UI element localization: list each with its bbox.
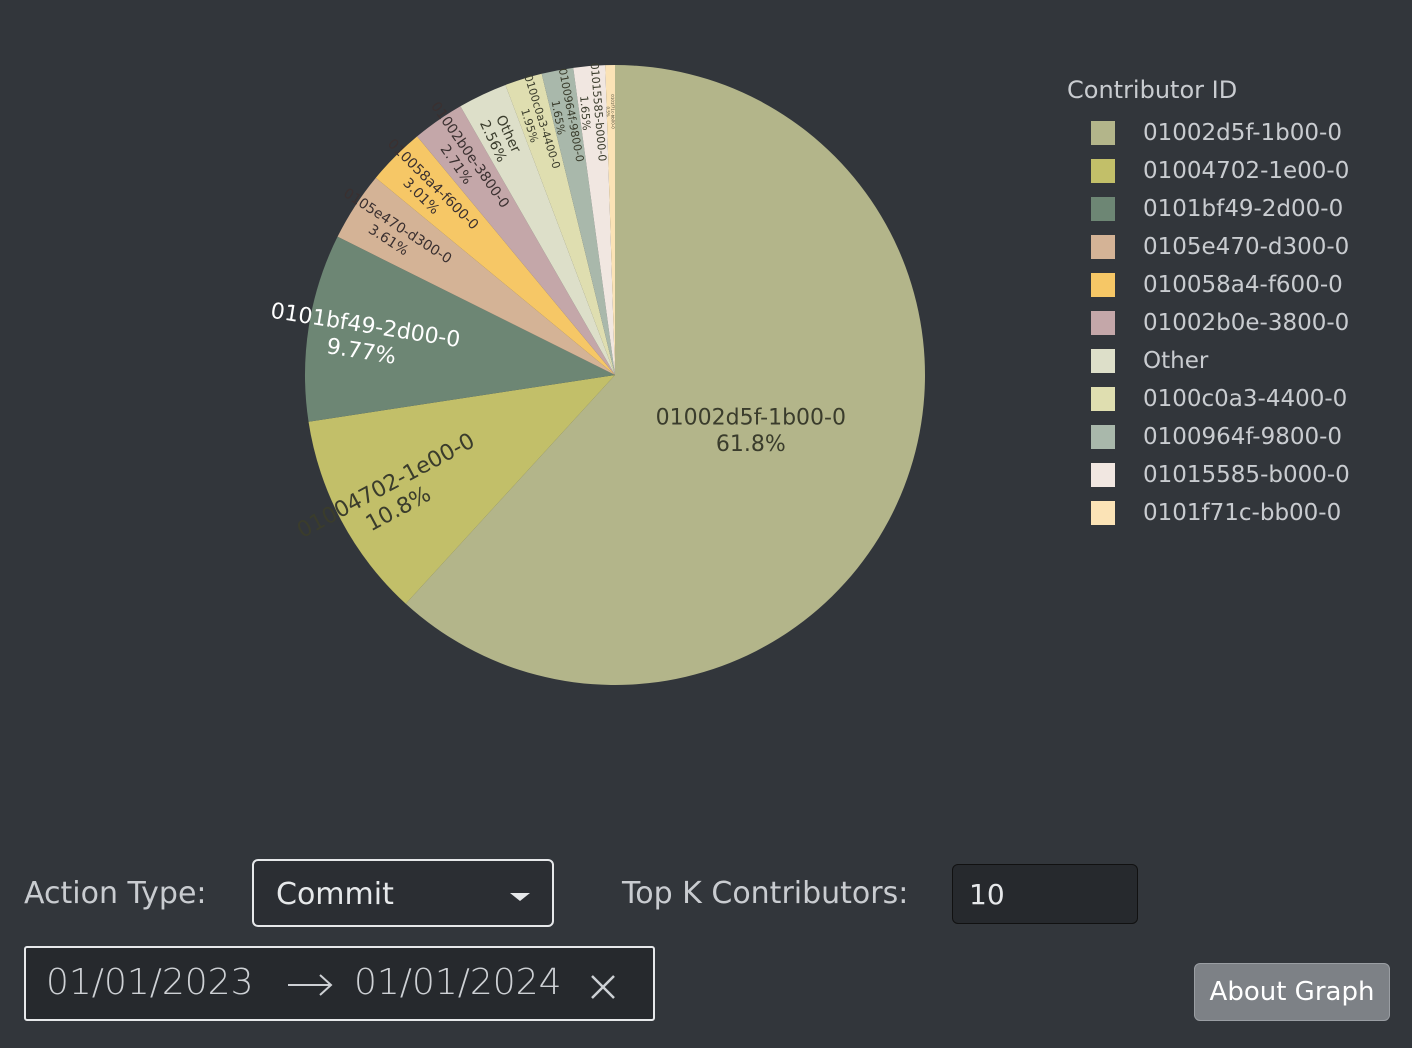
- action-type-label: Action Type:: [24, 876, 207, 911]
- legend-swatch: [1091, 387, 1115, 411]
- legend-item[interactable]: 010058a4-f600-0: [1091, 266, 1350, 304]
- about-graph-button[interactable]: About Graph: [1194, 963, 1390, 1021]
- legend-title: Contributor ID: [1067, 76, 1238, 104]
- action-type-value: Commit: [276, 877, 394, 912]
- start-date[interactable]: 01/01/2023: [46, 962, 254, 1003]
- legend-label: 0101f71c-bb00-0: [1143, 500, 1342, 526]
- legend-swatch: [1091, 425, 1115, 449]
- legend-label: 01002b0e-3800-0: [1143, 310, 1350, 336]
- legend-item[interactable]: 01015585-b000-0: [1091, 456, 1350, 494]
- top-k-input[interactable]: [952, 864, 1138, 924]
- legend-label: 0101bf49-2d00-0: [1143, 196, 1344, 222]
- legend-swatch: [1091, 159, 1115, 183]
- chart-legend: Contributor ID 01002d5f-1b00-0 01004702-1…: [1067, 74, 1350, 532]
- legend-label: 0100964f-9800-0: [1143, 424, 1343, 450]
- legend-label: Other: [1143, 348, 1209, 374]
- action-type-select[interactable]: Commit: [252, 859, 554, 927]
- legend-label: 0100c0a3-4400-0: [1143, 386, 1348, 412]
- pie-chart: 01002d5f-1b00-061.8%01004702-1e00-010.8%…: [269, 62, 926, 685]
- legend-swatch: [1091, 463, 1115, 487]
- legend-swatch: [1091, 121, 1115, 145]
- legend-swatch: [1091, 197, 1115, 221]
- legend-item[interactable]: 0100c0a3-4400-0: [1091, 380, 1350, 418]
- date-range-picker[interactable]: 01/01/2023 01/01/2024: [24, 946, 655, 1021]
- legend-item[interactable]: 0101bf49-2d00-0: [1091, 190, 1350, 228]
- close-icon[interactable]: [588, 970, 618, 1000]
- slice-name-label: 01002d5f-1b00-0: [656, 405, 846, 430]
- legend-label: 010058a4-f600-0: [1143, 272, 1343, 298]
- legend-swatch: [1091, 235, 1115, 259]
- top-k-label: Top K Contributors:: [622, 876, 909, 911]
- legend-item[interactable]: 0105e470-d300-0: [1091, 228, 1350, 266]
- legend-swatch: [1091, 501, 1115, 525]
- legend-swatch: [1091, 311, 1115, 335]
- legend-item[interactable]: 0100964f-9800-0: [1091, 418, 1350, 456]
- end-date[interactable]: 01/01/2024: [354, 962, 562, 1003]
- legend-label: 01015585-b000-0: [1143, 462, 1350, 488]
- legend-item[interactable]: 01004702-1e00-0: [1091, 152, 1350, 190]
- arrow-right-icon: [288, 974, 333, 996]
- legend-label: 01004702-1e00-0: [1143, 158, 1350, 184]
- slice-percent-label: 0.5%: [606, 106, 611, 116]
- chevron-down-icon: [510, 893, 530, 901]
- slice-percent-label: 61.8%: [716, 432, 786, 457]
- legend-label: 0105e470-d300-0: [1143, 234, 1350, 260]
- legend-label: 01002d5f-1b00-0: [1143, 120, 1342, 146]
- legend-swatch: [1091, 273, 1115, 297]
- legend-item[interactable]: 0101f71c-bb00-0: [1091, 494, 1350, 532]
- legend-swatch: [1091, 349, 1115, 373]
- legend-item[interactable]: 01002b0e-3800-0: [1091, 304, 1350, 342]
- legend-item[interactable]: Other: [1091, 342, 1350, 380]
- legend-items: 01002d5f-1b00-0 01004702-1e00-0 0101bf49-2…: [1067, 114, 1350, 532]
- legend-item[interactable]: 01002d5f-1b00-0: [1091, 114, 1350, 152]
- app-root: 01002d5f-1b00-0 61.8% 01004702-1e00-0 10.8%…: [0, 0, 1412, 1048]
